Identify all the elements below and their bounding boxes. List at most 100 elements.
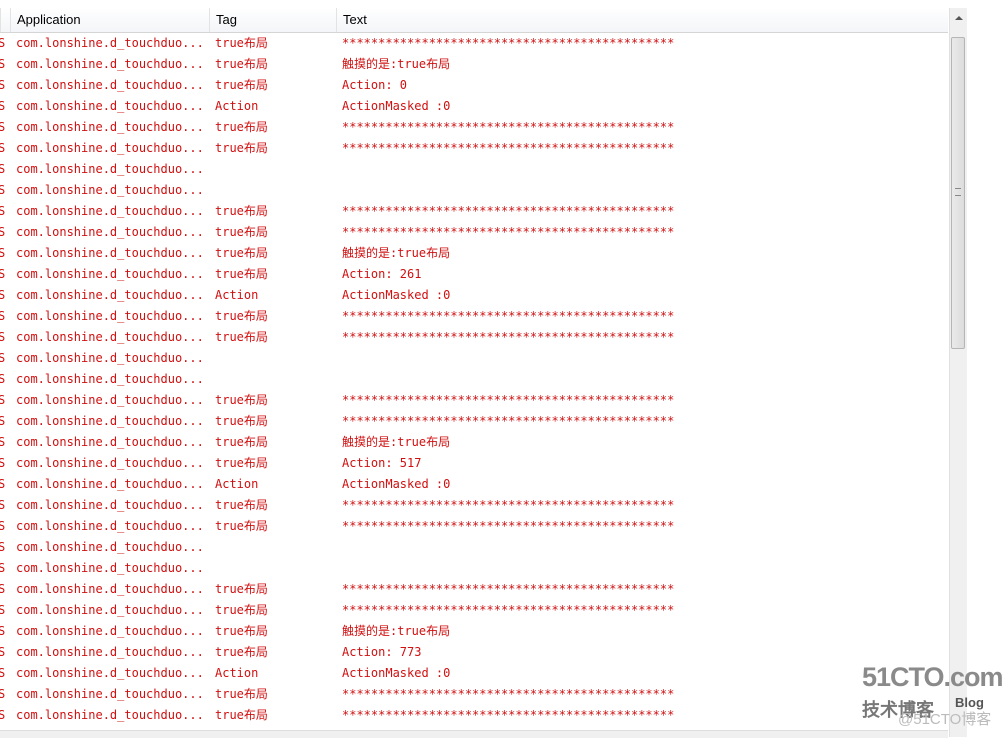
- application-cell: com.lonshine.d_touchduo...: [16, 183, 204, 197]
- log-row[interactable]: Scom.lonshine.d_touchduo... true布局 *******…: [0, 495, 948, 516]
- application-cell: com.lonshine.d_touchduo...: [16, 372, 204, 386]
- log-row[interactable]: Scom.lonshine.d_touchduo... Action ActionM…: [0, 474, 948, 495]
- tag-cell: true布局: [215, 687, 268, 701]
- watermark-brand: 51CTO.com: [862, 662, 1004, 692]
- level-cell: S: [0, 351, 6, 365]
- log-row[interactable]: Scom.lonshine.d_touchduo... Action ActionM…: [0, 285, 948, 306]
- application-cell: com.lonshine.d_touchduo...: [16, 603, 204, 617]
- tag-cell: true布局: [215, 330, 268, 344]
- text-cell: Action: 517: [342, 456, 422, 470]
- log-row[interactable]: Scom.lonshine.d_touchduo... true布局 *******…: [0, 600, 948, 621]
- tag-cell: Action: [215, 99, 259, 113]
- log-row[interactable]: Scom.lonshine.d_touchduo... true布局 *******…: [0, 390, 948, 411]
- text-cell: 触摸的是:true布局: [342, 57, 451, 71]
- log-row[interactable]: Scom.lonshine.d_touchduo... true布局 Action:…: [0, 264, 948, 285]
- log-row[interactable]: Scom.lonshine.d_touchduo...: [0, 348, 948, 369]
- text-cell: ****************************************…: [342, 414, 675, 428]
- right-pane: [967, 0, 1005, 737]
- log-row[interactable]: Scom.lonshine.d_touchduo... Action ActionM…: [0, 663, 948, 684]
- text-cell: ****************************************…: [342, 225, 675, 239]
- text-cell: ****************************************…: [342, 603, 675, 617]
- level-cell: S: [0, 288, 6, 302]
- tag-cell: true布局: [215, 267, 268, 281]
- level-cell: S: [0, 204, 6, 218]
- log-row[interactable]: Scom.lonshine.d_touchduo... true布局 触摸的是:tr…: [0, 243, 948, 264]
- log-row[interactable]: Scom.lonshine.d_touchduo... Action ActionM…: [0, 96, 948, 117]
- column-header-text[interactable]: Text: [336, 8, 948, 32]
- column-header-application[interactable]: Application: [10, 8, 209, 32]
- level-cell: S: [0, 99, 6, 113]
- tag-cell: true布局: [215, 519, 268, 533]
- watermark-handle: @51CTO博客: [898, 711, 992, 728]
- log-row[interactable]: Scom.lonshine.d_touchduo... true布局 *******…: [0, 327, 948, 348]
- log-row[interactable]: Scom.lonshine.d_touchduo... true布局 *******…: [0, 516, 948, 537]
- level-cell: S: [0, 141, 6, 155]
- log-row[interactable]: Scom.lonshine.d_touchduo... true布局 *******…: [0, 306, 948, 327]
- application-cell: com.lonshine.d_touchduo...: [16, 204, 204, 218]
- text-cell: ****************************************…: [342, 204, 675, 218]
- log-row[interactable]: Scom.lonshine.d_touchduo... true布局 *******…: [0, 411, 948, 432]
- level-cell: S: [0, 561, 6, 575]
- text-cell: 触摸的是:true布局: [342, 624, 451, 638]
- log-row[interactable]: Scom.lonshine.d_touchduo...: [0, 180, 948, 201]
- text-cell: ActionMasked :0: [342, 477, 451, 491]
- application-cell: com.lonshine.d_touchduo...: [16, 141, 204, 155]
- log-row[interactable]: Scom.lonshine.d_touchduo... true布局 *******…: [0, 117, 948, 138]
- vertical-scrollbar[interactable]: [949, 8, 967, 737]
- log-row[interactable]: Scom.lonshine.d_touchduo... true布局 *******…: [0, 201, 948, 222]
- column-header-tag[interactable]: Tag: [209, 8, 336, 32]
- log-row[interactable]: Scom.lonshine.d_touchduo... true布局 Action:…: [0, 453, 948, 474]
- tag-cell: true布局: [215, 36, 268, 50]
- log-row[interactable]: Scom.lonshine.d_touchduo...: [0, 369, 948, 390]
- level-cell: S: [0, 645, 6, 659]
- text-cell: ****************************************…: [342, 708, 675, 722]
- log-row[interactable]: Scom.lonshine.d_touchduo...: [0, 558, 948, 579]
- level-cell: S: [0, 624, 6, 638]
- level-cell: S: [0, 36, 6, 50]
- log-row[interactable]: Scom.lonshine.d_touchduo... true布局 触摸的是:tr…: [0, 54, 948, 75]
- application-cell: com.lonshine.d_touchduo...: [16, 99, 204, 113]
- text-cell: ****************************************…: [342, 582, 675, 596]
- tag-cell: Action: [215, 666, 259, 680]
- scrollbar-thumb[interactable]: [951, 37, 965, 349]
- text-cell: Action: 773: [342, 645, 422, 659]
- level-cell: S: [0, 582, 6, 596]
- level-cell: S: [0, 666, 6, 680]
- log-row[interactable]: Scom.lonshine.d_touchduo... true布局 *******…: [0, 579, 948, 600]
- scroll-up-arrow-icon[interactable]: [955, 16, 963, 20]
- application-cell: com.lonshine.d_touchduo...: [16, 666, 204, 680]
- log-row[interactable]: Scom.lonshine.d_touchduo...: [0, 159, 948, 180]
- column-header-level[interactable]: [0, 8, 10, 32]
- log-row[interactable]: Scom.lonshine.d_touchduo... true布局 *******…: [0, 684, 948, 705]
- log-row[interactable]: Scom.lonshine.d_touchduo... true布局 *******…: [0, 222, 948, 243]
- log-row[interactable]: Scom.lonshine.d_touchduo... true布局 Action:…: [0, 642, 948, 663]
- text-cell: ActionMasked :0: [342, 666, 451, 680]
- level-cell: S: [0, 540, 6, 554]
- log-row[interactable]: Scom.lonshine.d_touchduo... true布局 *******…: [0, 138, 948, 159]
- tag-cell: true布局: [215, 498, 268, 512]
- tag-cell: true布局: [215, 309, 268, 323]
- level-cell: S: [0, 120, 6, 134]
- tag-cell: true布局: [215, 141, 268, 155]
- application-cell: com.lonshine.d_touchduo...: [16, 351, 204, 365]
- log-row[interactable]: Scom.lonshine.d_touchduo... true布局 Action:…: [0, 75, 948, 96]
- application-cell: com.lonshine.d_touchduo...: [16, 435, 204, 449]
- level-cell: S: [0, 708, 6, 722]
- level-cell: S: [0, 162, 6, 176]
- log-row[interactable]: Scom.lonshine.d_touchduo...: [0, 537, 948, 558]
- tag-cell: true布局: [215, 225, 268, 239]
- application-cell: com.lonshine.d_touchduo...: [16, 120, 204, 134]
- text-cell: ****************************************…: [342, 309, 675, 323]
- level-cell: S: [0, 477, 6, 491]
- log-row[interactable]: Scom.lonshine.d_touchduo... true布局 触摸的是:tr…: [0, 432, 948, 453]
- log-row[interactable]: Scom.lonshine.d_touchduo... true布局 触摸的是:tr…: [0, 621, 948, 642]
- application-cell: com.lonshine.d_touchduo...: [16, 309, 204, 323]
- tag-cell: true布局: [215, 57, 268, 71]
- application-cell: com.lonshine.d_touchduo...: [16, 561, 204, 575]
- level-cell: S: [0, 414, 6, 428]
- application-cell: com.lonshine.d_touchduo...: [16, 708, 204, 722]
- level-cell: S: [0, 267, 6, 281]
- log-row[interactable]: Scom.lonshine.d_touchduo... true布局 *******…: [0, 33, 948, 54]
- application-cell: com.lonshine.d_touchduo...: [16, 624, 204, 638]
- log-row[interactable]: Scom.lonshine.d_touchduo... true布局 *******…: [0, 705, 948, 726]
